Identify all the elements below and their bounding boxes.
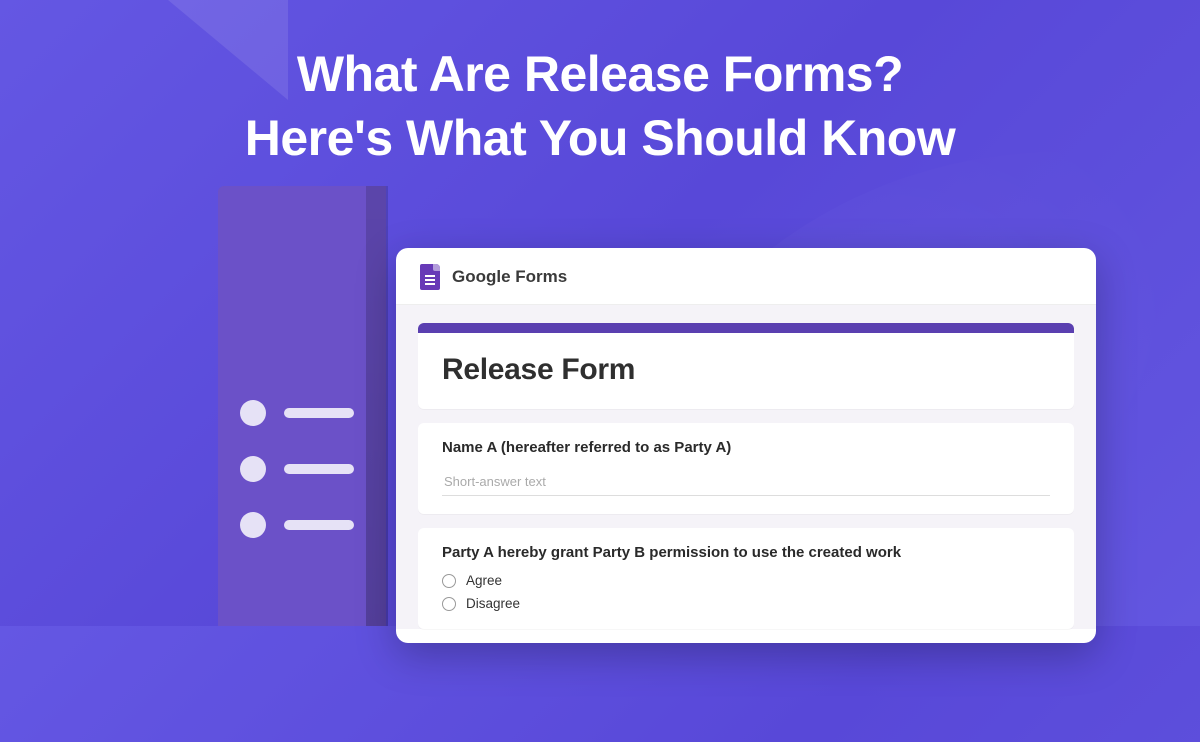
- window-title: Google Forms: [452, 267, 567, 287]
- radio-option-agree[interactable]: Agree: [442, 573, 1050, 588]
- question-card-short-answer: Name A (hereafter referred to as Party A…: [418, 423, 1074, 514]
- google-forms-icon: [420, 264, 440, 290]
- bullet-dot-icon: [240, 456, 266, 482]
- list-item: [240, 512, 354, 538]
- bullet-dot-icon: [240, 512, 266, 538]
- bullet-line: [284, 520, 354, 530]
- headline-line-2: Here's What You Should Know: [0, 106, 1200, 170]
- question-card-multiple-choice: Party A hereby grant Party B permission …: [418, 528, 1074, 629]
- radio-label: Disagree: [466, 596, 520, 611]
- radio-label: Agree: [466, 573, 502, 588]
- question-label: Party A hereby grant Party B permission …: [442, 544, 1050, 561]
- short-answer-input[interactable]: [442, 468, 1050, 496]
- form-window: Google Forms Release Form Name A (hereaf…: [396, 248, 1096, 643]
- radio-icon: [442, 574, 456, 588]
- form-body: Release Form Name A (hereafter referred …: [396, 305, 1096, 629]
- list-item: [240, 456, 354, 482]
- bullet-line: [284, 408, 354, 418]
- bullet-dot-icon: [240, 400, 266, 426]
- folder-light-triangle: [168, 0, 288, 100]
- bullet-line: [284, 464, 354, 474]
- list-item: [240, 400, 354, 426]
- form-header-card: Release Form: [418, 323, 1074, 409]
- radio-option-disagree[interactable]: Disagree: [442, 596, 1050, 611]
- question-label: Name A (hereafter referred to as Party A…: [442, 439, 1050, 456]
- form-title: Release Form: [442, 353, 1050, 387]
- folder-bullet-list: [240, 400, 354, 568]
- window-header: Google Forms: [396, 248, 1096, 305]
- radio-icon: [442, 597, 456, 611]
